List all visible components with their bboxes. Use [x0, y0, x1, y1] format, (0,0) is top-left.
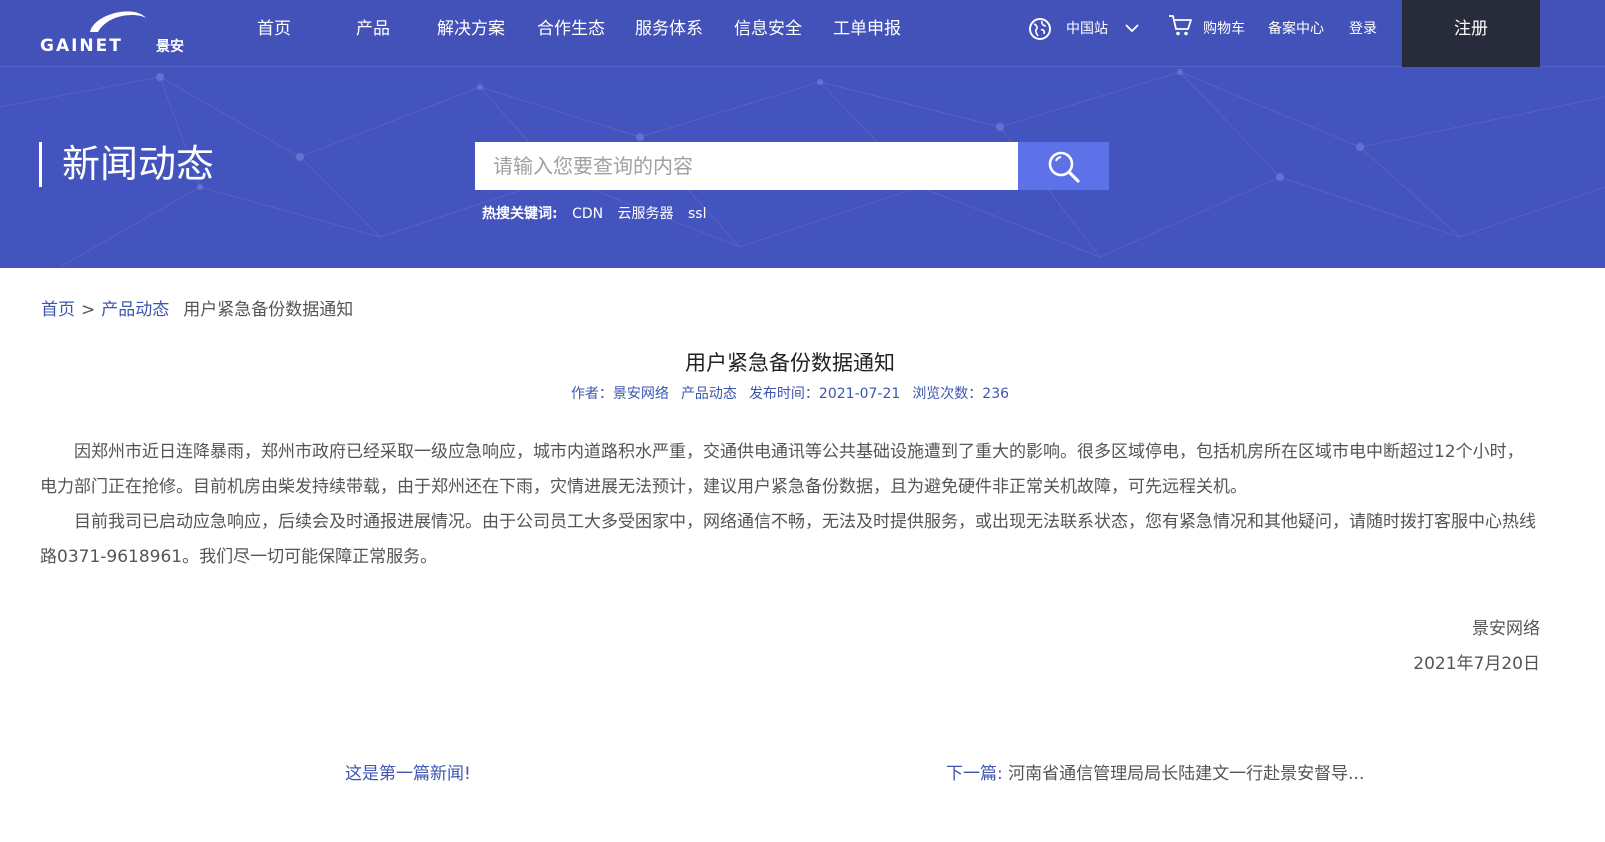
- banner: 新闻动态 热搜关键词: CDN 云服务器 ssl: [0, 67, 1605, 268]
- article-paragraph: 目前我司已启动应急响应，后续会及时通报进展情况。由于公司员工大多受困家中，网络通…: [40, 512, 1536, 567]
- next-article-link[interactable]: 下一篇: 河南省通信管理局局长陆建文一行赴景安督导...: [946, 762, 1364, 786]
- article-date: 发布时间：2021-07-21: [748, 386, 901, 402]
- chevron-down-icon[interactable]: [1124, 22, 1140, 34]
- nav-ecosystem[interactable]: 合作生态: [537, 17, 605, 41]
- article-signature: 景安网络 2021年7月20日: [1413, 612, 1540, 682]
- nav-ticket[interactable]: 工单申报: [833, 17, 901, 41]
- cart-icon[interactable]: [1167, 12, 1193, 38]
- page-title: 新闻动态: [39, 142, 214, 187]
- signature-org: 景安网络: [1472, 619, 1540, 639]
- prev-article-link[interactable]: 这是第一篇新闻!: [345, 762, 471, 786]
- hot-keyword-cdn[interactable]: CDN: [572, 206, 603, 222]
- search-button[interactable]: [1018, 142, 1109, 190]
- top-navigation: GAINET 景安 首页 产品 解决方案 合作生态 服务体系 信息安全 工单申报…: [0, 0, 1605, 67]
- article-body: 因郑州市近日连降暴雨，郑州市政府已经采取一级应急响应，城市内道路积水严重，交通供…: [40, 435, 1540, 575]
- signature-date: 2021年7月20日: [1413, 654, 1540, 674]
- region-selector[interactable]: 中国站: [1066, 19, 1108, 39]
- breadcrumb-current: 用户紧急备份数据通知: [183, 300, 354, 320]
- nav-home[interactable]: 首页: [257, 17, 291, 41]
- next-article-label: 下一篇:: [946, 764, 1003, 784]
- cart-link[interactable]: 购物车: [1203, 19, 1245, 39]
- hot-keywords-label: 热搜关键词:: [482, 206, 558, 222]
- next-article-title: 河南省通信管理局局长陆建文一行赴景安督导...: [1008, 764, 1365, 784]
- nav-products[interactable]: 产品: [356, 17, 390, 41]
- article-paragraph: 因郑州市近日连降暴雨，郑州市政府已经采取一级应急响应，城市内道路积水严重，交通供…: [40, 442, 1524, 497]
- logo[interactable]: GAINET 景安: [38, 6, 198, 56]
- nav-security[interactable]: 信息安全: [734, 17, 802, 41]
- nav-solutions[interactable]: 解决方案: [437, 17, 505, 41]
- search-icon: [1048, 151, 1080, 183]
- article-author: 作者：景安网络: [570, 386, 669, 402]
- nav-services[interactable]: 服务体系: [635, 17, 703, 41]
- globe-icon[interactable]: [1028, 17, 1052, 41]
- logo-text: GAINET: [40, 36, 123, 56]
- register-button[interactable]: 注册: [1402, 0, 1540, 67]
- article-category[interactable]: 产品动态: [681, 386, 737, 402]
- article-views: 浏览次数：236: [912, 386, 1010, 402]
- search-input[interactable]: [475, 142, 1018, 190]
- hot-keywords: 热搜关键词: CDN 云服务器 ssl: [482, 204, 706, 224]
- article-title: 用户紧急备份数据通知: [685, 351, 895, 375]
- hot-keyword-ssl[interactable]: ssl: [688, 206, 706, 222]
- beian-link[interactable]: 备案中心: [1268, 19, 1324, 39]
- logo-cn: 景安: [156, 39, 184, 55]
- breadcrumb-separator: >: [81, 300, 96, 320]
- login-link[interactable]: 登录: [1349, 19, 1377, 39]
- hot-keyword-cloud-server[interactable]: 云服务器: [618, 206, 674, 222]
- breadcrumb: 首页 > 产品动态 用户紧急备份数据通知: [41, 298, 353, 322]
- article-meta: 作者：景安网络 产品动态 发布时间：2021-07-21 浏览次数：236: [0, 384, 1580, 404]
- breadcrumb-category[interactable]: 产品动态: [101, 300, 169, 320]
- breadcrumb-home[interactable]: 首页: [41, 300, 75, 320]
